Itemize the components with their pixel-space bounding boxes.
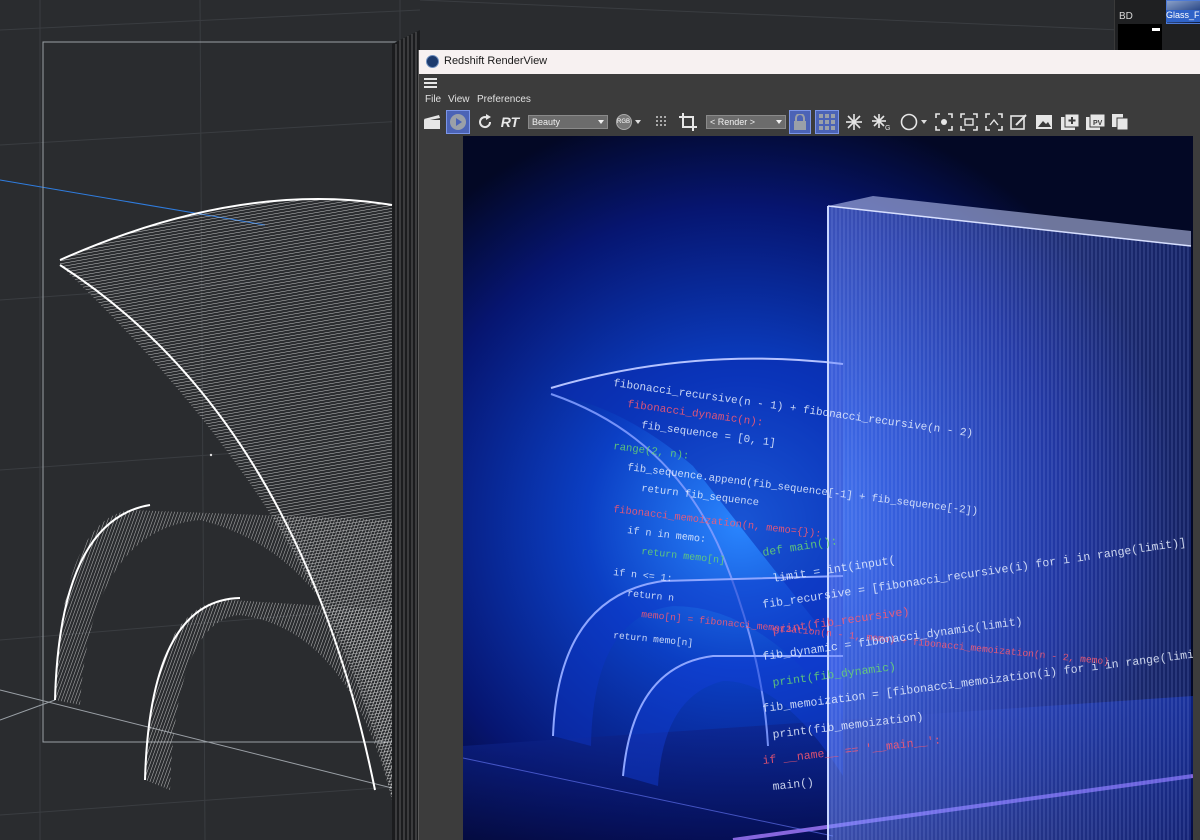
render-select-value: < Render > [710,117,756,127]
thumbnail-label-b: Glass_Fr [1166,10,1200,22]
renderview-left-margin [419,136,463,840]
focus-frame-icon[interactable] [934,110,954,134]
svg-text:G: G [885,125,890,131]
render-image[interactable]: fibonacci_recursive(n - 1) + fibonacci_r… [463,136,1193,840]
renderview-window: Redshift RenderView File View Preference… [418,50,1200,840]
menu-view[interactable]: View [448,94,470,105]
refresh-icon[interactable] [474,110,496,134]
render-target-select[interactable]: < Render > [706,115,786,129]
rt-button[interactable]: RT [499,110,521,134]
curved-sheet-large [60,199,392,801]
cinema4d-logo-icon [426,55,439,68]
aov-select[interactable]: Beauty [528,115,608,129]
copy-image-icon[interactable] [1110,110,1130,134]
start-render-button[interactable] [446,110,470,134]
rgb-label: RGB [615,114,632,130]
clapperboard-icon[interactable] [422,110,442,134]
material-thumbnail-a[interactable] [1118,24,1162,50]
snowflake-g-icon[interactable]: G [870,110,892,134]
window-title: Redshift RenderView [444,55,548,67]
renderview-titlebar[interactable]: Redshift RenderView [419,50,1200,74]
lock-icon[interactable] [789,110,811,134]
edit-image-icon[interactable] [1009,110,1029,134]
curved-sheet-small [145,600,392,800]
snowflake-icon[interactable] [844,110,864,134]
renderview-right-margin [1193,136,1200,840]
menu-preferences[interactable]: Preferences [477,94,531,105]
dots-grid-icon[interactable] [653,110,671,134]
thumbnail-label-a: BD [1119,11,1133,22]
image-icon[interactable] [1034,110,1054,134]
hamburger-menu-icon[interactable] [424,78,437,89]
add-snapshot-icon[interactable] [1059,110,1081,134]
render-scene: fibonacci_recursive(n - 1) + fibonacci_r… [463,136,1193,840]
circle-option-icon[interactable] [897,110,929,134]
region-render-icon[interactable] [959,110,979,134]
crop-icon[interactable] [677,110,699,134]
pv-label: PV [1093,120,1103,127]
menu-file[interactable]: File [425,94,441,105]
rgb-channel-button[interactable]: RGB [613,110,643,134]
renderview-toolbar: RT Beauty RGB < Render > G [419,110,1200,136]
aov-select-value: Beauty [532,117,561,127]
expand-icon[interactable] [984,110,1004,134]
grid-view-icon[interactable] [815,110,839,134]
